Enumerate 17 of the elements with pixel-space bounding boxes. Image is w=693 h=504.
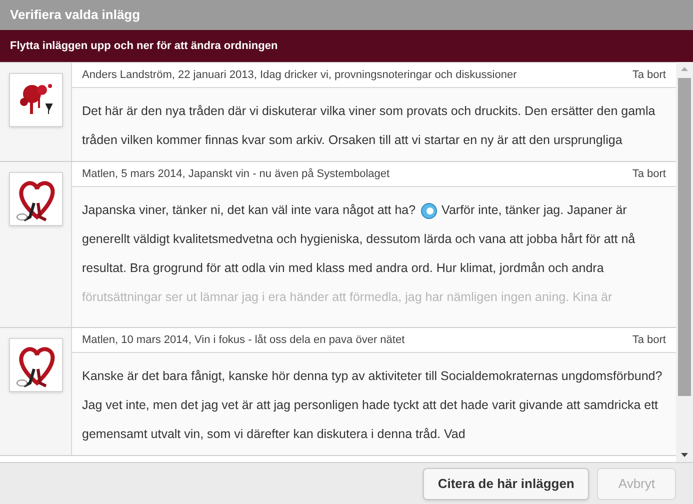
post-header: Matlen, 10 mars 2014, Vin i fokus - låt oss dela en pava över nätet bbox=[82, 332, 405, 348]
instruction-banner: Flytta inläggen upp och ner för att ändra ordningen bbox=[0, 30, 693, 62]
post-text: Det här är den nya tråden där vi diskuterar vilka viner som provats och druckits. Den ersätter den gamla tråden vilken kommer finnas kvar som arkiv. Orsaken till att vi startar en ny är att den ursprungliga bbox=[82, 103, 656, 149]
post-header: Matlen, 5 mars 2014, Japanskt vin - nu även på Systembolaget bbox=[82, 166, 390, 182]
post-text: Japanska viner, tänker ni, det kan väl inte vara något att ha? Varför inte, tänker jag. Japaner är generellt väldigt kvalitetsmedvetna och hygieniska, dessutom lärda och vana att jobba hårt för att nå resultat. Bra grogrund för att odla vin med klass med andra ord. Hur klimat, jordmån och andra förutsättningar ser ut lämnar jag i era händer att förmedla, jag har nämligen ingen aning. Kina är bbox=[82, 202, 636, 306]
avatar bbox=[8, 338, 62, 392]
post-text: Kanske är det bara fånigt, kanske hör denna typ av aktiviteter till Socialdemokraternas ungdomsförbund? Jag vet inte, men det jag vet är att jag personligen hade tyckt att det hade varit givande att samdricka ett gemensamt utvalt vin, som vi därefter kan diskutera i denna tråd. Vad bbox=[82, 368, 664, 443]
avatar bbox=[8, 73, 62, 127]
scroll-thumb[interactable] bbox=[678, 78, 691, 396]
post-header: Anders Landström, 22 januari 2013, Idag dricker vi, provningsnoteringar och diskussioner bbox=[82, 68, 517, 83]
remove-link[interactable]: Ta bort bbox=[632, 166, 666, 182]
window-title: Verifiera valda inlägg bbox=[10, 6, 140, 24]
scrollbar[interactable] bbox=[676, 62, 693, 462]
quote-button[interactable]: Citera de här inläggen bbox=[422, 468, 590, 500]
remove-link[interactable]: Ta bort bbox=[632, 332, 666, 348]
remove-link[interactable]: Ta bort bbox=[632, 66, 666, 84]
avatar bbox=[8, 172, 62, 226]
